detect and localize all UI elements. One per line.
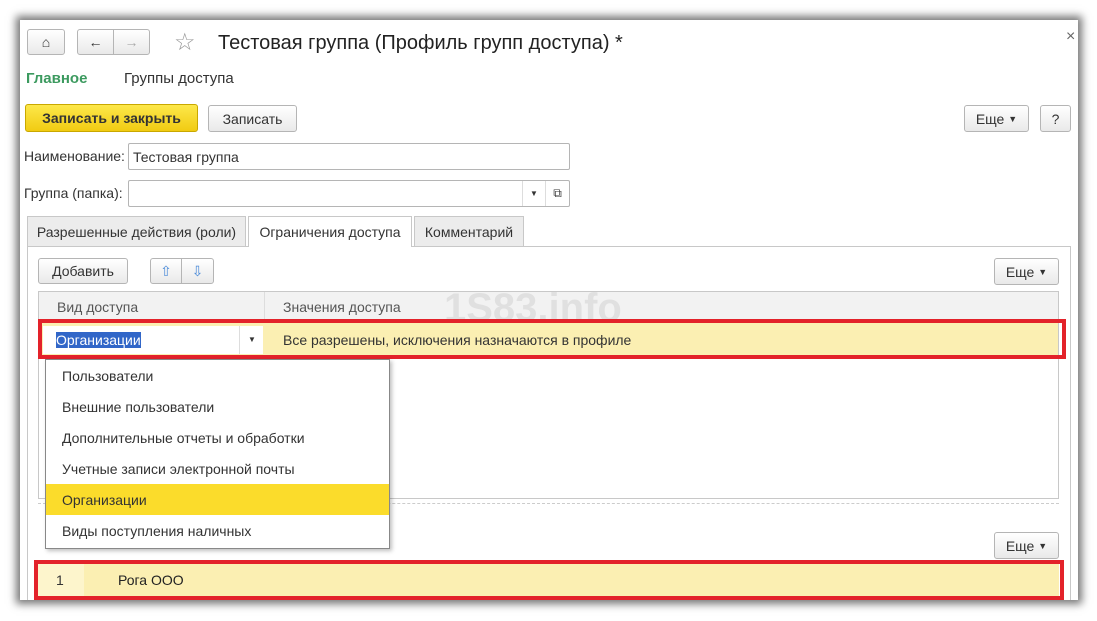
folder-input[interactable]: ▼ ⧉ [128, 180, 570, 207]
arrow-right-icon: → [124, 34, 139, 50]
form-window: ⌂ ← → ☆ Тестовая группа (Профиль групп д… [20, 20, 1078, 600]
save-button[interactable]: Записать [208, 105, 297, 132]
col-access-kind: Вид доступа [57, 299, 139, 315]
close-button[interactable]: × [1066, 28, 1075, 46]
window-title: Тестовая группа (Профиль групп доступа) … [218, 32, 623, 54]
caret-down-icon: ▼ [1038, 266, 1048, 277]
more-label: Еще [975, 110, 1005, 127]
home-button[interactable]: ⌂ [27, 29, 65, 55]
tab-roles[interactable]: Разрешенные действия (роли) [27, 216, 246, 246]
dropdown-item[interactable]: Внешние пользователи [46, 391, 389, 422]
caret-down-icon: ▼ [1008, 113, 1018, 124]
dropdown-item[interactable]: Организации [46, 484, 389, 515]
name-input[interactable]: Тестовая группа [128, 143, 570, 170]
dropdown-item[interactable]: Учетные записи электронной почты [46, 453, 389, 484]
open-icon[interactable]: ⧉ [545, 181, 569, 206]
move-up-button[interactable]: ⇧ [150, 258, 182, 284]
move-down-button[interactable]: ⇩ [181, 258, 214, 284]
arrow-down-icon: ⇩ [191, 262, 204, 279]
highlight-box [38, 319, 1066, 359]
arrow-left-icon: ← [88, 34, 103, 50]
caret-down-icon: ▼ [1038, 540, 1048, 551]
more-button[interactable]: Еще ▼ [964, 105, 1029, 132]
tab-access-restrictions[interactable]: Ограничения доступа [248, 216, 412, 247]
dropdown-item[interactable]: Пользователи [46, 360, 389, 391]
folder-label: Группа (папка): [24, 185, 123, 201]
back-button[interactable]: ← [77, 29, 114, 55]
nav-access-groups[interactable]: Группы доступа [124, 70, 234, 87]
dropdown-item[interactable]: Дополнительные отчеты и обработки [46, 422, 389, 453]
dropdown-button[interactable]: ▼ [522, 181, 545, 206]
star-icon[interactable]: ☆ [174, 28, 196, 57]
add-button[interactable]: Добавить [38, 258, 128, 284]
access-more-button[interactable]: Еще ▼ [994, 258, 1059, 285]
col-access-values: Значения доступа [283, 299, 401, 315]
home-icon: ⌂ [41, 34, 51, 50]
forward-button[interactable]: → [113, 29, 150, 55]
arrow-up-icon: ⇧ [160, 262, 172, 279]
col-divider [264, 292, 265, 322]
nav-main[interactable]: Главное [26, 70, 87, 87]
name-label: Наименование: [24, 148, 125, 164]
dropdown-item[interactable]: Виды поступления наличных [46, 515, 389, 546]
more-label: Еще [1005, 263, 1035, 280]
help-button[interactable]: ? [1040, 105, 1071, 132]
save-close-button[interactable]: Записать и закрыть [25, 104, 198, 132]
more-label: Еще [1005, 537, 1035, 554]
highlight-box [34, 560, 1064, 600]
tab-comment[interactable]: Комментарий [414, 216, 524, 246]
values-more-button[interactable]: Еще ▼ [994, 532, 1059, 559]
access-kind-dropdown: Пользователи Внешние пользователи Дополнит… [45, 359, 390, 549]
